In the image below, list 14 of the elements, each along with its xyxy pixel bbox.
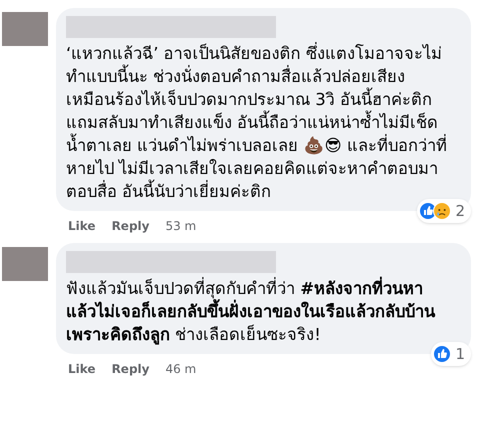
avatar: [2, 12, 48, 46]
comment-action-link[interactable]: Reply: [112, 360, 150, 378]
reaction-count: 1: [455, 344, 465, 364]
reaction-summary[interactable]: 1: [431, 342, 471, 366]
sad-face-reaction-icon: [433, 202, 452, 220]
comment-action-link[interactable]: Like: [68, 360, 96, 378]
like-reaction-icon: [433, 344, 452, 363]
comment-action-link[interactable]: Like: [68, 217, 96, 235]
reaction-summary[interactable]: 2: [417, 198, 471, 223]
reaction-count: 2: [455, 200, 465, 222]
comment-action-link[interactable]: Reply: [112, 217, 150, 235]
avatar: [2, 247, 48, 281]
comment-timestamp: 53 m: [165, 218, 196, 235]
comment-timestamp: 46 m: [165, 361, 196, 378]
